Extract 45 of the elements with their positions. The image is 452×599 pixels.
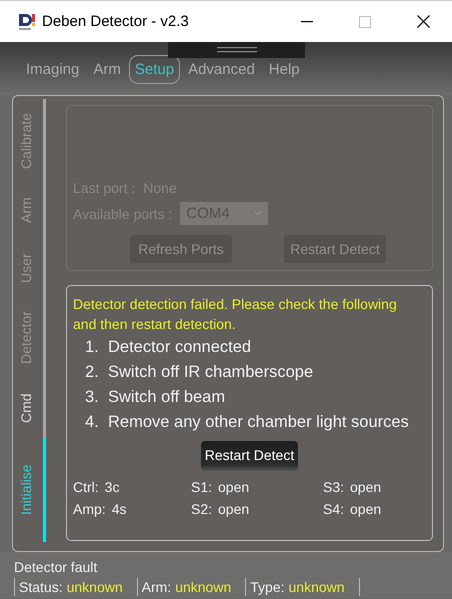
close-icon [416,15,430,28]
reading-value: open [218,501,250,517]
minimize-icon [301,20,313,22]
step-text: Switch off beam [108,387,226,408]
reading-value: open [218,479,250,495]
status-label: Type: [250,578,284,596]
step-text: Switch off IR chamberscope [108,362,314,383]
status-label: Status: [19,578,63,596]
step-number: 2. [85,362,100,383]
reading-value: open [350,479,382,495]
reading-label: S1: [191,479,212,495]
side-tab[interactable]: Initialise [13,438,46,542]
step-text: Detector connected [108,337,252,358]
reading-label: S4: [323,501,344,517]
app-logo-icon [18,12,36,30]
side-tab[interactable]: Detector [13,298,46,378]
status-value: unknown [66,578,123,596]
reading-label: Ctrl: [73,479,99,495]
grip-handle[interactable] [168,42,305,58]
step-number: 3. [85,387,100,408]
side-tab[interactable]: User [13,238,46,298]
status-value: unknown [288,578,345,596]
reading-label: S2: [191,501,212,517]
step-number: 1. [85,337,100,358]
reading-value: open [350,501,382,517]
step-number: 4. [85,412,100,433]
reading-label: S3: [323,479,344,495]
menu-tab[interactable]: Imaging [20,55,86,84]
reading-value: 4s [112,501,126,517]
status-label: Arm: [142,578,172,596]
maximize-icon [359,16,371,28]
reading-label: Amp: [73,501,106,517]
error-message: Detector detection failed. Please check the following and then restart detection. [73,295,398,334]
status-message: Detector fault [14,558,98,577]
step-text: Remove any other chamber light sources [108,412,409,433]
reading-value: 3c [104,479,120,495]
side-tab[interactable]: Arm [13,183,46,238]
side-tab[interactable]: Calibrate [13,99,46,183]
status-value: unknown [175,578,232,596]
restart-detect-button[interactable]: Restart Detect [200,441,298,471]
menu-tab[interactable]: Arm [87,55,127,84]
window-title: Deben Detector - v2.3 [42,13,190,30]
side-tab[interactable]: Cmd [13,378,46,438]
menu-tab[interactable]: Advanced [182,55,261,84]
menu-tab[interactable]: Help [262,55,306,84]
